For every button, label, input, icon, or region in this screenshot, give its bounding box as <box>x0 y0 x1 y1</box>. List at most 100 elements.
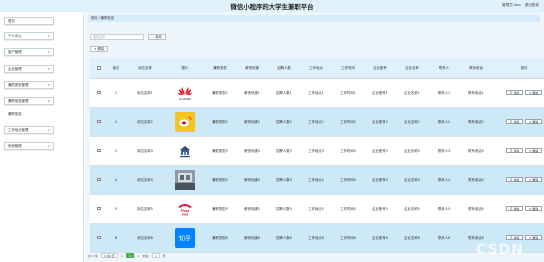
column-header[interactable]: 联系人 <box>428 58 460 79</box>
cell-job-name: 岗位名称5 <box>124 194 166 224</box>
search-button[interactable]: ⌕ 查询 <box>148 34 166 40</box>
cell-salary: 薪资待遇1 <box>236 78 268 108</box>
sidebar-item-companies[interactable]: 企业管理 ∨ <box>4 65 54 73</box>
cell-image <box>166 107 204 137</box>
row-checkbox[interactable] <box>97 90 101 95</box>
cell-company-account: 企业账号3 <box>364 136 396 166</box>
row-checkbox[interactable] <box>97 177 101 182</box>
delete-button-label: 删除 <box>532 149 539 153</box>
company-logo-pizzahut: Pizza Hut <box>175 198 195 219</box>
sidebar-item-profile[interactable]: 个人中心 ∨ <box>4 32 54 40</box>
delete-button-label: 删除 <box>532 91 539 95</box>
chevron-up-icon: ∧ <box>47 99 50 103</box>
cell-company-name: 企业名称5 <box>396 194 428 224</box>
main-content: 首页 / 兼职信息 兼职名称 ⌕ 查询 ✕ 删除 索引 岗位名称 图片 兼职类型… <box>85 12 544 262</box>
row-select-cell <box>90 223 108 253</box>
delete-button[interactable]: ✕ 删除 <box>525 119 542 124</box>
sidebar-item-locations[interactable]: 工作地点管理 ∨ <box>4 126 54 134</box>
sidebar-item-job-types[interactable]: 兼职类型管理 ∨ <box>4 81 54 89</box>
column-header[interactable]: 兼职类型 <box>204 58 236 79</box>
sidebar-subitem-job-info[interactable]: 兼职信息 <box>8 111 22 116</box>
column-header[interactable]: 薪资待遇 <box>236 58 268 79</box>
detail-button[interactable]: ☰ 详情 <box>506 177 523 182</box>
cell-company-name: 企业名称4 <box>396 165 428 195</box>
cell-phone: 联系电话1 <box>460 78 492 108</box>
batch-delete-button[interactable]: ✕ 删除 <box>90 46 108 52</box>
detail-button[interactable]: ☰ 详情 <box>506 90 523 95</box>
cell-image <box>166 136 204 166</box>
column-header[interactable]: 岗位名称 <box>124 58 166 79</box>
row-checkbox[interactable] <box>97 235 101 240</box>
sidebar-item-label: 企业管理 <box>8 67 22 71</box>
delete-button-label: 删除 <box>97 47 105 51</box>
detail-button[interactable]: ☰ 详情 <box>506 148 523 153</box>
row-index: 5 <box>108 194 124 224</box>
sidebar-item-home[interactable]: 首页 <box>4 17 54 25</box>
top-header: 微信小程序的大学生兼职平台 管理员 abo 退出登录 <box>0 0 544 12</box>
select-all-checkbox[interactable] <box>97 65 101 70</box>
row-checkbox[interactable] <box>97 148 101 153</box>
pagination: 共 6 条 10条/页 < 1 > 前往 1 页 <box>88 252 166 259</box>
goto-page-input[interactable]: 1 <box>151 253 160 258</box>
detail-button-label: 详情 <box>513 207 520 211</box>
row-checkbox[interactable] <box>97 119 101 124</box>
chevron-down-icon: ∨ <box>47 67 50 71</box>
sidebar-item-users[interactable]: 用户管理 ∨ <box>4 48 54 56</box>
delete-button[interactable]: ✕ 删除 <box>525 206 542 211</box>
detail-button[interactable]: ☰ 详情 <box>506 119 523 124</box>
page-number-current[interactable]: 1 <box>126 253 135 258</box>
sidebar-item-label: 兼职类型管理 <box>8 83 29 87</box>
cell-phone: 联系电话5 <box>460 194 492 224</box>
detail-button[interactable]: ☰ 详情 <box>506 235 523 240</box>
delete-button[interactable]: ✕ 删除 <box>525 177 542 182</box>
cell-phone: 联系电话3 <box>460 136 492 166</box>
cell-work-time: 工作时间3 <box>332 136 364 166</box>
column-header[interactable]: 企业账号 <box>364 58 396 79</box>
cell-phone: 联系电话4 <box>460 165 492 195</box>
table-row: 5 岗位名称5 Pizza Hut 兼职类型5 薪资待遇5 招聘人数5 工作地点5 工作时间5 企… <box>90 194 544 224</box>
row-index: 2 <box>108 107 124 137</box>
user-info-link[interactable]: 管理员 abo <box>502 3 521 8</box>
company-logo-zhihu: 知乎 <box>175 227 195 248</box>
cell-contact: 联系人3 <box>428 136 460 166</box>
company-logo-photo <box>175 169 195 190</box>
sidebar-item-label: 系统管理 <box>8 144 22 148</box>
sidebar-item-label: 用户管理 <box>8 50 22 54</box>
chevron-down-icon: ∨ <box>47 83 50 87</box>
cell-headcount: 招聘人数5 <box>268 194 300 224</box>
search-input[interactable]: 兼职名称 <box>90 34 144 40</box>
cell-work-time: 工作时间1 <box>332 78 364 108</box>
delete-button[interactable]: ✕ 删除 <box>525 235 542 240</box>
cell-company-account: 企业账号5 <box>364 194 396 224</box>
cell-work-time: 工作时间2 <box>332 107 364 137</box>
prev-page-button[interactable]: < <box>121 254 124 258</box>
row-checkbox[interactable] <box>97 206 101 211</box>
cell-actions: ☰ 详情 ✕ 删除 <box>492 107 544 137</box>
page-size-select[interactable]: 10条/页 <box>100 253 118 258</box>
cell-location: 工作地点5 <box>300 194 332 224</box>
breadcrumb: 首页 / 兼职信息 <box>88 15 540 22</box>
column-header[interactable]: 工作地点 <box>300 58 332 79</box>
detail-button[interactable]: ☰ 详情 <box>506 206 523 211</box>
cell-image <box>166 165 204 195</box>
cell-actions: ☰ 详情 ✕ 删除 <box>492 165 544 195</box>
sidebar-item-system[interactable]: 系统管理 ∨ <box>4 142 54 150</box>
sidebar-item-label: 首页 <box>8 19 15 23</box>
next-page-button[interactable]: > <box>137 254 140 258</box>
table-row: 3 岗位名称3 兼职类型3 薪资待遇3 招聘人数3 工作地点3 工作时间3 企业账号3 企业名称… <box>90 136 544 166</box>
cell-contact: 联系人5 <box>428 194 460 224</box>
total-count: 共 6 条 <box>88 253 98 258</box>
column-header[interactable]: 联系电话 <box>460 58 492 79</box>
sidebar-item-job-info[interactable]: 兼职信息管理 ∧ <box>4 97 54 105</box>
delete-button[interactable]: ✕ 删除 <box>525 148 542 153</box>
cell-contact: 联系人6 <box>428 223 460 253</box>
delete-button[interactable]: ✕ 删除 <box>525 90 542 95</box>
column-header[interactable]: 工作时间 <box>332 58 364 79</box>
logout-link[interactable]: 退出登录 <box>525 3 539 8</box>
detail-button-label: 详情 <box>513 178 520 182</box>
column-header[interactable]: 企业名称 <box>396 58 428 79</box>
column-header[interactable]: 招聘人数 <box>268 58 300 79</box>
goto-label: 前往 <box>142 253 149 258</box>
sidebar: 首页 个人中心 ∨ 用户管理 ∨ 企业管理 ∨ 兼职类型管理 ∨ 兼职信息管理 ∧ 兼职信… <box>0 12 84 262</box>
cell-location: 工作地点6 <box>300 223 332 253</box>
